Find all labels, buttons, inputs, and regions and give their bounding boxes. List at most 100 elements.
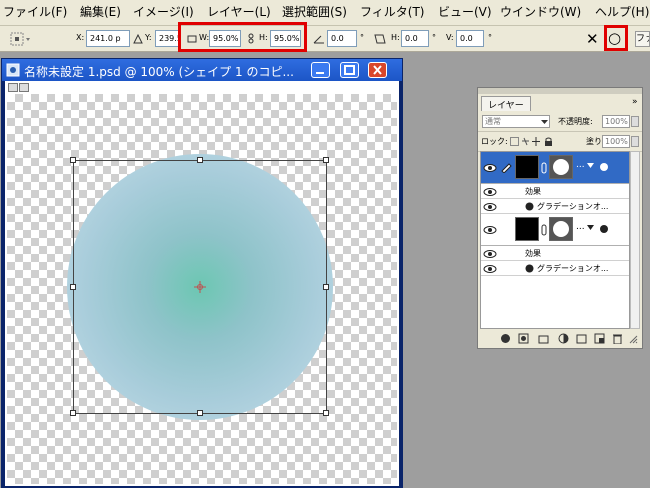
eye-icon[interactable] — [483, 224, 497, 236]
transform-bounding-box[interactable] — [70, 157, 329, 416]
menu-select[interactable]: 選択範囲(S) — [282, 5, 347, 19]
vector-mask-thumbnail[interactable] — [549, 155, 573, 179]
layer-list-scrollbar[interactable] — [630, 151, 640, 329]
skew-h-field[interactable]: 0.0 — [401, 30, 429, 47]
vector-mask-thumbnail[interactable] — [549, 217, 573, 241]
degree-symbol-v: ° — [488, 33, 492, 42]
x-position-field[interactable]: 241.0 p — [86, 30, 130, 47]
add-layer-style-icon[interactable] — [518, 333, 529, 344]
gradient-overlay-effect-row[interactable]: グラデーションオ... — [481, 261, 629, 276]
highlight-box-scale — [178, 22, 307, 52]
handle-bottom-right[interactable] — [323, 410, 329, 416]
image-canvas[interactable] — [7, 94, 397, 484]
fx-indicator-icon[interactable] — [587, 162, 613, 172]
chevron-down-icon — [541, 120, 548, 124]
layer-name: ... — [576, 222, 585, 232]
transform-center-icon[interactable] — [194, 281, 206, 293]
psd-file-icon — [6, 63, 20, 77]
layer-row-shape-copy[interactable]: ... — [481, 152, 629, 184]
handle-top-left[interactable] — [70, 157, 76, 163]
rotation-field[interactable]: 0.0 — [327, 30, 357, 47]
menu-view[interactable]: ビュー(V) — [438, 5, 492, 19]
resize-grip-icon[interactable] — [629, 335, 640, 346]
layer-row-shape[interactable]: ... — [481, 214, 629, 246]
blend-opacity-row: 通常 不透明度: 100% — [478, 112, 642, 132]
layers-tab[interactable]: レイヤー — [481, 96, 531, 111]
menu-image[interactable]: イメージ(I) — [133, 5, 194, 19]
menu-bar: ファイル(F) 編集(E) イメージ(I) レイヤー(L) 選択範囲(S) フィ… — [0, 0, 650, 26]
close-icon — [373, 65, 382, 75]
handle-right[interactable] — [323, 284, 329, 290]
close-button[interactable] — [368, 62, 387, 78]
layer-thumbnail[interactable] — [515, 155, 539, 179]
palette-menu-button[interactable]: » — [632, 97, 638, 107]
maximize-button[interactable] — [340, 62, 359, 78]
skew-h-label: H: — [391, 33, 400, 42]
layer-effects-row[interactable]: 効果 — [481, 246, 629, 261]
blend-mode-dropdown[interactable]: 通常 — [482, 115, 550, 128]
effect-name: グラデーションオ... — [537, 264, 609, 273]
menu-edit[interactable]: 編集(E) — [80, 5, 121, 19]
lock-options-icons[interactable] — [510, 137, 554, 147]
trash-icon[interactable] — [612, 333, 623, 344]
fx-indicator-icon[interactable] — [587, 224, 613, 234]
effect-name: グラデーションオ... — [537, 202, 609, 211]
skew-v-label: V: — [446, 33, 454, 42]
delta-icon — [133, 34, 143, 44]
minimize-button[interactable] — [311, 62, 330, 78]
reference-point-icon[interactable] — [10, 32, 32, 46]
eye-icon[interactable] — [483, 263, 497, 275]
menu-help[interactable]: ヘルプ(H) — [595, 5, 649, 19]
skew-v-field[interactable]: 0.0 — [456, 30, 484, 47]
degree-symbol-h: ° — [432, 33, 436, 42]
menu-layer[interactable]: レイヤー(L) — [207, 5, 271, 19]
y-position-field[interactable]: 239.5 p — [155, 30, 179, 47]
handle-left[interactable] — [70, 284, 76, 290]
ruler-toggle-icon[interactable] — [8, 83, 30, 92]
document-title: 名称未設定 1.psd @ 100% (シェイプ 1 のコピ... — [24, 65, 294, 79]
handle-bottom[interactable] — [197, 410, 203, 416]
new-layer-icon[interactable] — [594, 333, 605, 344]
layer-thumbnail[interactable] — [515, 217, 539, 241]
handle-bottom-left[interactable] — [70, 410, 76, 416]
handle-top-right[interactable] — [323, 157, 329, 163]
skew-icon — [374, 34, 386, 44]
lock-label: ロック: — [481, 137, 508, 146]
palette-drag-strip[interactable] — [478, 88, 642, 94]
eye-icon[interactable] — [483, 201, 497, 213]
palette-button-bar — [478, 330, 642, 348]
layer-effects-row[interactable]: 効果 — [481, 184, 629, 199]
new-fill-adjustment-icon[interactable] — [558, 333, 569, 344]
layers-tab-label: レイヤー — [488, 101, 524, 111]
cancel-transform-button[interactable]: ✕ — [586, 30, 599, 48]
layer-name: ... — [576, 160, 585, 170]
document-body — [5, 81, 399, 486]
palette-well-button[interactable]: ファ — [635, 31, 650, 47]
minimize-icon — [316, 72, 324, 74]
document-title-bar[interactable]: 名称未設定 1.psd @ 100% (シェイプ 1 のコピ... — [2, 59, 402, 81]
new-group-icon[interactable] — [576, 333, 587, 344]
add-mask-icon[interactable] — [538, 333, 549, 344]
options-bar: X: 241.0 p Y: 239.5 p W: 95.0% H: 95.0% … — [0, 22, 650, 52]
link-layers-icon[interactable] — [500, 333, 511, 344]
effect-icon — [525, 264, 534, 273]
menu-window[interactable]: ウインドウ(W) — [500, 5, 581, 19]
menu-filter[interactable]: フィルタ(T) — [360, 5, 424, 19]
layers-palette: レイヤー » 通常 不透明度: 100% ロック: 塗り: 100% ... 効… — [477, 87, 643, 349]
lock-fill-row: ロック: 塗り: 100% — [478, 132, 642, 152]
maximize-icon — [344, 65, 355, 75]
eye-icon[interactable] — [483, 186, 497, 198]
gradient-overlay-effect-row[interactable]: グラデーションオ... — [481, 199, 629, 214]
handle-top[interactable] — [197, 157, 203, 163]
fill-slider-button[interactable] — [631, 136, 639, 147]
effects-label: 効果 — [525, 249, 541, 258]
chain-link-icon[interactable] — [541, 224, 547, 236]
eye-icon[interactable] — [483, 248, 497, 260]
opacity-field[interactable]: 100% — [602, 115, 630, 128]
degree-symbol: ° — [360, 33, 364, 42]
opacity-slider-button[interactable] — [631, 116, 639, 127]
menu-file[interactable]: ファイル(F) — [3, 5, 67, 19]
chain-link-icon[interactable] — [541, 162, 547, 174]
fill-field[interactable]: 100% — [602, 135, 630, 148]
eye-icon[interactable] — [483, 162, 497, 174]
